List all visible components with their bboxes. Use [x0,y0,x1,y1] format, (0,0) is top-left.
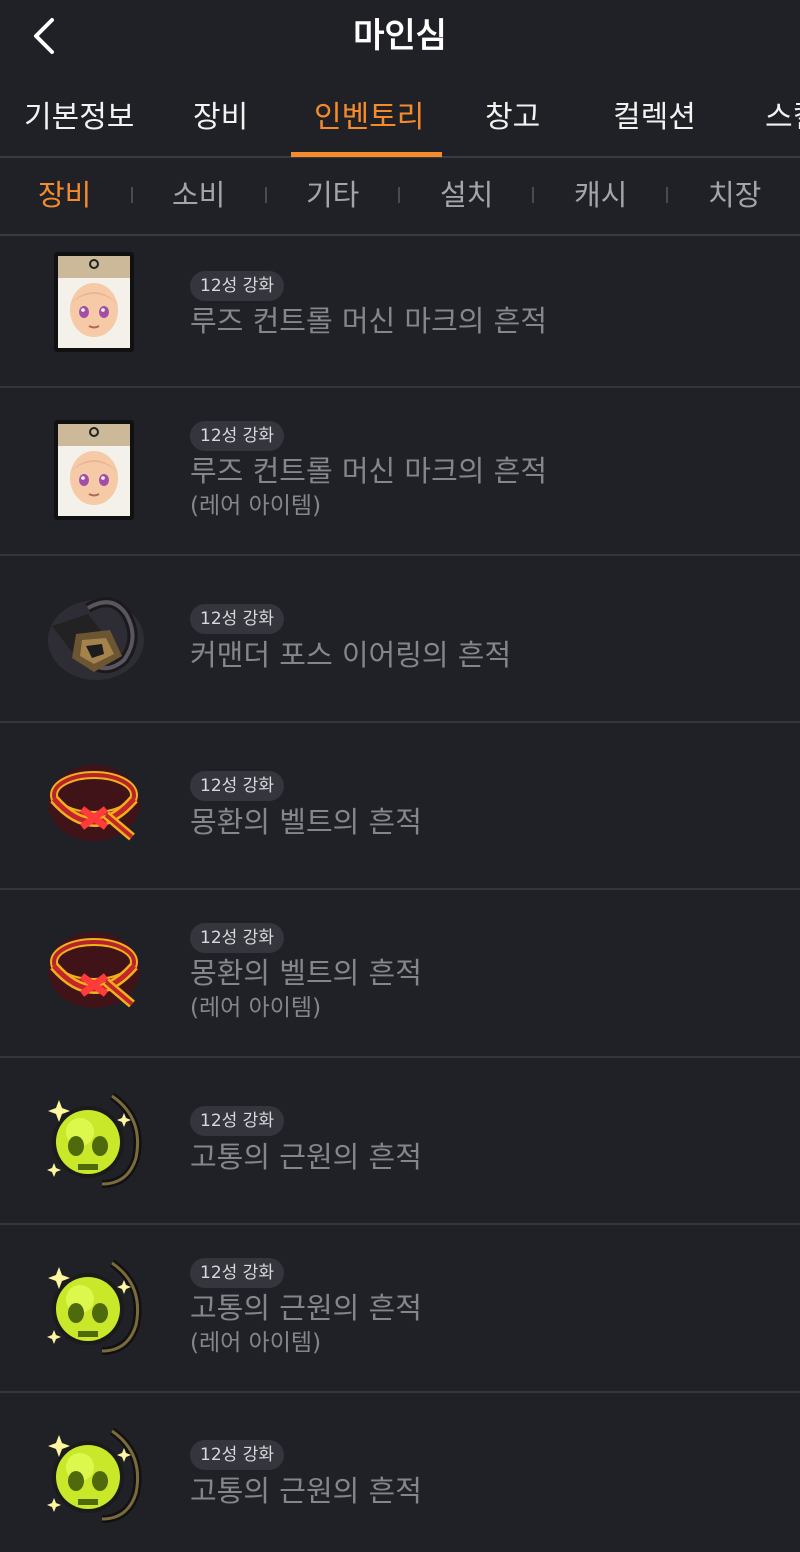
item-name: 몽환의 벨트의 흔적 [190,956,422,990]
list-item[interactable]: 12성 강화 몽환의 벨트의 흔적 (레어 아이템) [0,890,800,1058]
skull-pendant-icon [42,1088,146,1192]
mask-face-icon [42,250,146,354]
belt-icon [42,753,146,857]
item-name: 루즈 컨트롤 머신 마크의 흔적 [190,304,548,338]
list-item[interactable]: 12성 강화 몽환의 벨트의 흔적 [0,723,800,890]
sub-tab-bar: 장비 소비 기타 설치 캐시 치장 [0,158,800,236]
enhance-badge: 12성 강화 [190,1440,284,1470]
item-name: 몽환의 벨트의 흔적 [190,805,422,839]
tab-collection[interactable]: 컬렉션 [613,82,696,156]
mask-face-icon [42,418,146,522]
main-tab-bar: 기본정보 장비 인벤토리 창고 컬렉션 스킬 [0,82,800,158]
page-title: 마인심 [353,16,447,56]
item-name: 루즈 컨트롤 머신 마크의 흔적 [190,454,548,488]
rare-item-label: (레어 아이템) [190,493,322,519]
list-item[interactable]: 12성 강화 고통의 근원의 흔적 [0,1058,800,1225]
item-name: 고통의 근원의 흔적 [190,1474,422,1508]
list-item[interactable]: 12성 강화 고통의 근원의 흔적 [0,1393,800,1552]
item-name: 고통의 근원의 흔적 [190,1291,422,1325]
header: 마인심 [0,0,800,72]
divider [398,187,400,203]
subtab-decor[interactable]: 치장 [708,158,761,234]
subtab-cash[interactable]: 캐시 [574,158,627,234]
subtab-consume[interactable]: 소비 [172,158,225,234]
enhance-badge: 12성 강화 [190,1106,284,1136]
tab-basic-info[interactable]: 기본정보 [24,82,134,156]
enhance-badge: 12성 강화 [190,771,284,801]
tab-inventory[interactable]: 인벤토리 [314,82,424,156]
tab-storage[interactable]: 창고 [485,82,540,156]
divider [532,187,534,203]
tab-equipment[interactable]: 장비 [193,82,248,156]
rare-item-label: (레어 아이템) [190,995,322,1021]
item-name: 커맨더 포스 이어링의 흔적 [190,638,512,672]
skull-pendant-icon [42,1423,146,1527]
rare-item-label: (레어 아이템) [190,1330,322,1356]
list-item[interactable]: 12성 강화 루즈 컨트롤 머신 마크의 흔적 [0,236,800,388]
belt-icon [42,920,146,1024]
subtab-etc[interactable]: 기타 [306,158,359,234]
enhance-badge: 12성 강화 [190,923,284,953]
enhance-badge: 12성 강화 [190,1258,284,1288]
skull-pendant-icon [42,1255,146,1359]
earring-icon [42,586,146,690]
divider [265,187,267,203]
item-name: 고통의 근원의 흔적 [190,1140,422,1174]
active-tab-indicator [291,152,442,157]
divider [131,187,133,203]
subtab-equip[interactable]: 장비 [38,158,91,234]
subtab-install[interactable]: 설치 [440,158,493,234]
list-item[interactable]: 12성 강화 루즈 컨트롤 머신 마크의 흔적 (레어 아이템) [0,388,800,556]
list-item[interactable]: 12성 강화 커맨더 포스 이어링의 흔적 [0,556,800,723]
list-item[interactable]: 12성 강화 고통의 근원의 흔적 (레어 아이템) [0,1225,800,1393]
enhance-badge: 12성 강화 [190,421,284,451]
enhance-badge: 12성 강화 [190,271,284,301]
divider [666,187,668,203]
tab-skill[interactable]: 스킬 [765,82,800,156]
enhance-badge: 12성 강화 [190,604,284,634]
